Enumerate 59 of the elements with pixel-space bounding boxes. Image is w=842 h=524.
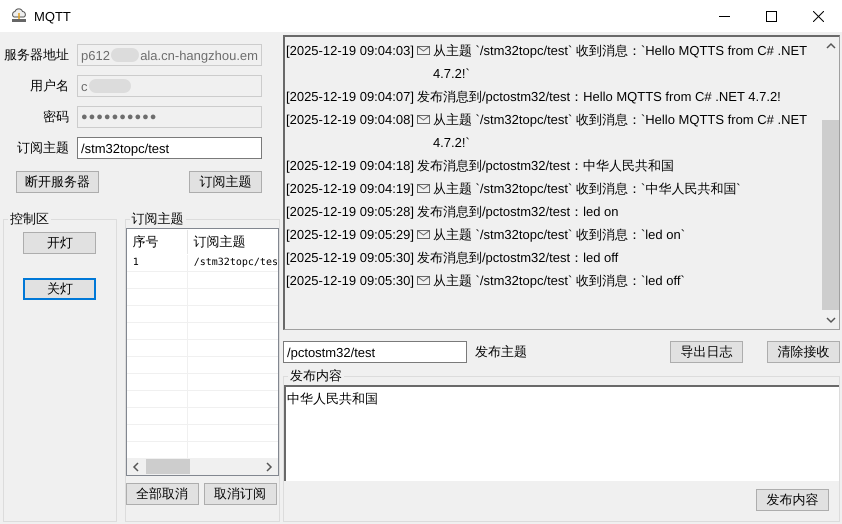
log-message: 从主题 `/stm32topc/test` 收到消息：`中华人民共和国`	[432, 180, 742, 198]
log-message: 从主题 `/stm32topc/test` 收到消息：`Hello MQTTS from C# .NET 4.7.2!`	[432, 42, 808, 83]
column-header[interactable]: 订阅主题	[188, 233, 278, 251]
log-timestamp: [2025-12-19 09:04:08]	[286, 111, 414, 129]
field-label: 订阅主题	[16, 139, 69, 157]
log-timestamp: [2025-12-19 09:05:30]	[286, 272, 414, 290]
column-header[interactable]: 序号	[126, 230, 188, 254]
envelope-icon	[416, 115, 430, 124]
scroll-down-icon[interactable]	[826, 316, 836, 324]
field-label: 用户名	[29, 77, 69, 95]
topic-field[interactable]: /pctostm32/test	[283, 341, 467, 363]
action-button[interactable]: 全部取消	[126, 483, 199, 505]
envelope-icon	[416, 184, 430, 193]
password-field[interactable]: ●●●●●●●●●●	[77, 106, 262, 128]
group-title: 订阅主题	[130, 210, 185, 228]
log-timestamp: [2025-12-19 09:04:18]	[286, 157, 414, 175]
text-field[interactable]: p612 ala.cn-hangzhou.em	[77, 44, 262, 66]
action-button[interactable]: 取消订阅	[204, 483, 277, 505]
close-icon[interactable]	[813, 10, 824, 22]
action-button[interactable]: 断开服务器	[16, 171, 99, 193]
horizontal-scrollbar[interactable]	[126, 458, 278, 475]
table-cell: 1	[126, 255, 188, 271]
text-field[interactable]: /stm32topc/test	[77, 137, 262, 159]
action-button[interactable]: 导出日志	[670, 341, 743, 363]
log-timestamp: [2025-12-19 09:05:28]	[286, 203, 414, 221]
window-title: MQTT	[34, 8, 71, 24]
log-timestamp: [2025-12-19 09:04:19]	[286, 180, 414, 198]
log-message: 从主题 `/stm32topc/test` 收到消息：`led on`	[432, 226, 686, 244]
cloud-icon	[10, 8, 28, 24]
field-label: 密码	[42, 108, 69, 126]
scroll-right-icon[interactable]	[265, 462, 273, 472]
maximize-icon[interactable]	[766, 10, 777, 22]
content-field[interactable]: 中华人民共和国	[284, 385, 839, 481]
log-message: 发布消息到/pctostm32/test：led off	[416, 249, 620, 267]
light-button[interactable]: 关灯	[23, 278, 96, 300]
log-message: 发布消息到/pctostm32/test：中华人民共和国	[416, 157, 676, 175]
envelope-icon	[416, 46, 430, 55]
log-timestamp: [2025-12-19 09:04:03]	[286, 42, 414, 60]
scroll-up-icon[interactable]	[826, 42, 836, 50]
group-title: 发布内容	[289, 367, 343, 385]
log-timestamp: [2025-12-19 09:05:30]	[286, 249, 414, 267]
text-field[interactable]: c	[77, 75, 262, 97]
log-timestamp: [2025-12-19 09:04:07]	[286, 88, 414, 106]
action-button[interactable]: 清除接收	[767, 341, 840, 363]
field-label: 服务器地址	[3, 46, 69, 64]
group-title: 控制区	[9, 210, 50, 228]
envelope-icon	[416, 230, 430, 239]
log-timestamp: [2025-12-19 09:05:29]	[286, 226, 414, 244]
log-message: 发布消息到/pctostm32/test：Hello MQTTS from C# .NET 4.7.2!	[416, 88, 782, 106]
publish-button[interactable]: 发布内容	[756, 489, 829, 511]
log-message: 发布消息到/pctostm32/test：led on	[416, 203, 620, 221]
table-cell-text: /stm32topc/tes	[192, 256, 278, 270]
light-button[interactable]: 开灯	[23, 232, 96, 254]
log-message: 从主题 `/stm32topc/test` 收到消息：`led off`	[432, 272, 686, 290]
scroll-left-icon[interactable]	[132, 462, 140, 472]
action-button[interactable]: 订阅主题	[189, 171, 262, 193]
field-label: 发布主题	[475, 343, 527, 361]
log-message: 从主题 `/stm32topc/test` 收到消息：`Hello MQTTS from C# .NET 4.7.2!`	[432, 111, 808, 152]
envelope-icon	[416, 276, 430, 285]
